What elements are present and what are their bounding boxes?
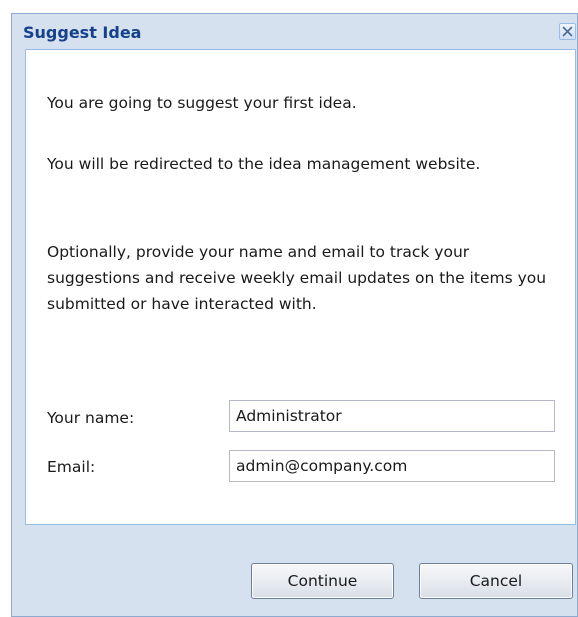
suggest-idea-dialog: Suggest Idea You are going to suggest yo… (11, 13, 578, 617)
redirect-text: You will be redirected to the idea manag… (47, 155, 481, 173)
dialog-titlebar[interactable]: Suggest Idea (12, 14, 577, 51)
email-label: Email: (47, 458, 96, 476)
optional-info-text: Optionally, provide your name and email … (47, 243, 547, 313)
cancel-button[interactable]: Cancel (419, 563, 573, 599)
email-input[interactable] (229, 450, 555, 482)
name-input[interactable] (229, 400, 555, 432)
close-button[interactable] (559, 23, 576, 40)
dialog-body: You are going to suggest your first idea… (25, 49, 576, 525)
close-icon (562, 26, 573, 37)
name-label: Your name: (47, 409, 135, 427)
dialog-title: Suggest Idea (23, 23, 142, 42)
continue-button[interactable]: Continue (251, 563, 394, 599)
intro-text: You are going to suggest your first idea… (47, 94, 357, 112)
